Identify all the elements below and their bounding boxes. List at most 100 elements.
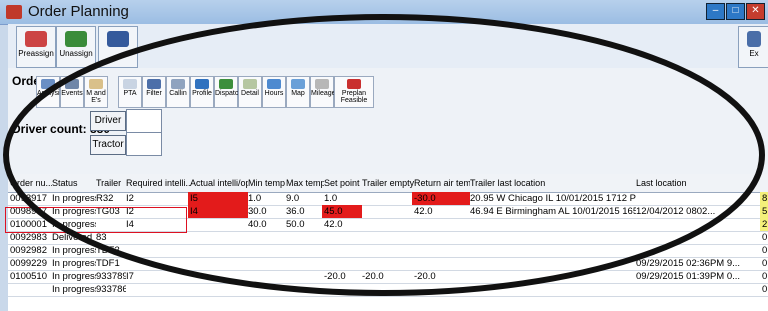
col-required-intelli[interactable]: Required intelli... [124,174,190,192]
table-cell[interactable] [360,192,414,205]
table-cell[interactable]: 1.0 [246,192,286,205]
table-cell[interactable]: 0092982 [8,244,52,257]
table-cell[interactable]: I2 [124,192,190,205]
table-cell[interactable]: TDF1 [94,257,126,270]
table-cell[interactable] [284,231,324,244]
table-cell[interactable] [124,244,190,257]
table-cell[interactable]: 09/29/2015 02:36PM 9... [634,257,768,270]
table-cell[interactable] [284,244,324,257]
table-cell[interactable] [124,283,190,296]
table-cell[interactable] [188,257,248,270]
table-cell[interactable] [188,270,248,283]
table-cell[interactable] [468,231,636,244]
table-cell[interactable]: 42.0 [322,218,362,231]
table-cell[interactable]: I4 [188,205,248,218]
table-cell[interactable] [412,257,470,270]
table-cell[interactable] [360,205,414,218]
table-cell[interactable]: -30.0 [412,192,470,205]
table-cell[interactable] [188,218,248,231]
table-cell[interactable]: In progress [50,244,96,257]
table-cell[interactable] [284,283,324,296]
table-cell[interactable]: 0100510 [8,270,52,283]
table-cell[interactable]: 45.0 [322,205,362,218]
table-cell[interactable] [468,218,636,231]
detail-button[interactable]: Detail [238,76,262,108]
table-cell[interactable]: In progress [50,192,96,205]
table-cell[interactable]: 9.0 [284,192,324,205]
mileage-button[interactable]: Mileage [310,76,336,108]
table-cell[interactable]: TDF3 [94,244,126,257]
table-row[interactable]: 0098917 In progress R32 I2 I5 1.0 9.0 1.0 -30.0 2… [8,192,768,206]
tractor-input[interactable] [126,132,162,156]
table-cell[interactable]: 933789 [94,270,126,283]
tractor-button[interactable]: Tractor [90,135,126,155]
driver-button[interactable]: Driver [90,111,126,131]
table-cell[interactable] [412,231,470,244]
table-cell[interactable]: In progress [50,270,96,283]
table-cell[interactable] [468,270,636,283]
table-cell[interactable] [188,283,248,296]
table-cell[interactable] [360,231,414,244]
table-cell[interactable] [246,270,286,283]
table-cell[interactable] [322,244,362,257]
table-cell[interactable] [8,283,52,296]
table-cell[interactable] [246,244,286,257]
table-cell[interactable] [246,283,286,296]
maximize-button[interactable]: □ [726,3,745,20]
table-cell[interactable]: 20.95 W Chicago IL 10/01/2015 1712 Posit… [468,192,636,205]
dispatch-button[interactable]: Dispatch [214,76,242,108]
m-and-es-button[interactable]: M and E's [84,76,108,108]
table-cell[interactable]: I5 [188,192,248,205]
preplan-feasible-button[interactable]: Preplan Feasible [334,76,374,108]
table-cell[interactable] [412,283,470,296]
table-cell[interactable] [360,283,414,296]
table-cell[interactable] [634,244,768,257]
table-row[interactable]: In progress 933786 0 [8,283,768,297]
col-status[interactable]: Status [50,174,96,192]
callin-button[interactable]: Callin [166,76,190,108]
col-return-air-temp[interactable]: Return air temp [412,174,470,192]
col-actual-intelli[interactable]: Actual intelli/opt... [188,174,248,192]
table-cell[interactable]: In progress [50,257,96,270]
toolbar-button-3[interactable] [98,26,138,68]
filter-button[interactable]: Filter [142,76,166,108]
table-cell[interactable]: 36.0 [284,205,324,218]
close-button[interactable]: ✕ [746,3,765,20]
col-trailer-empty[interactable]: Trailer empty [360,174,414,192]
table-cell[interactable] [188,231,248,244]
col-order-number[interactable]: Order nu... [8,174,52,192]
table-cell[interactable] [360,218,414,231]
table-cell[interactable] [360,257,414,270]
table-cell[interactable] [468,283,636,296]
table-cell[interactable]: -20.0 [322,270,362,283]
table-cell[interactable] [322,231,362,244]
table-row[interactable]: 0092982 In progress TDF3 0 [8,244,768,258]
table-cell[interactable] [634,192,768,205]
minimize-button[interactable]: – [706,3,725,20]
table-cell[interactable] [468,244,636,257]
table-cell[interactable] [322,283,362,296]
profile-button[interactable]: Profile [190,76,214,108]
table-cell[interactable]: 09/29/2015 01:39PM 0... [634,270,768,283]
col-max-temp[interactable]: Max temp [284,174,324,192]
table-row[interactable]: 0100510 In progress 933789 I7 -20.0 -20.0 -20.… [8,270,768,284]
table-cell[interactable] [124,257,190,270]
col-min-temp[interactable]: Min temp [246,174,286,192]
table-row[interactable]: 0092983 Delivered 83 0 [8,231,768,245]
table-cell[interactable] [634,218,768,231]
table-cell[interactable]: 42.0 [412,205,470,218]
table-cell[interactable]: 40.0 [246,218,286,231]
table-cell[interactable]: 0098917 [8,192,52,205]
table-cell[interactable] [246,231,286,244]
table-cell[interactable]: 12/04/2012 0802... [634,205,768,218]
table-cell[interactable] [468,257,636,270]
table-cell[interactable] [284,270,324,283]
analysis-button[interactable]: Analysis [36,76,63,108]
table-cell[interactable]: I7 [124,270,190,283]
table-cell[interactable]: -20.0 [412,270,470,283]
table-cell[interactable] [188,244,248,257]
table-cell[interactable] [322,257,362,270]
table-cell[interactable] [634,283,768,296]
table-cell[interactable] [634,231,768,244]
driver-input[interactable] [126,109,162,133]
